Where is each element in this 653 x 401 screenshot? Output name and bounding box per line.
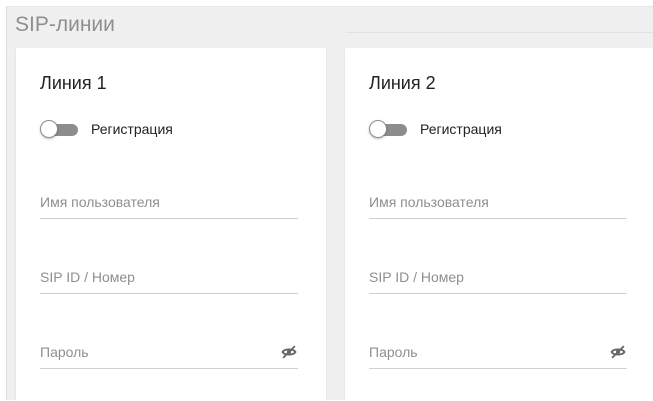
line-1-sipid-input[interactable]	[40, 263, 275, 291]
line-1-username-field	[40, 188, 298, 219]
line-1-registration-label: Регистрация	[91, 121, 173, 137]
line-2-sipid-field	[369, 263, 627, 294]
line-2-username-input[interactable]	[369, 188, 604, 216]
line-1-password-input[interactable]	[40, 338, 275, 366]
sip-lines-panel: SIP-линии Линия 1 Регистрация Имя пользо…	[6, 6, 653, 401]
line-2-card: Линия 2 Регистрация	[345, 48, 653, 401]
line-1-title: Линия 1	[40, 73, 107, 93]
eye-off-icon[interactable]	[281, 344, 297, 360]
section-title: SIP-линии	[15, 13, 115, 36]
line-1-password-field	[40, 338, 298, 369]
line-1-sipid-field	[40, 263, 298, 294]
line-1-registration-toggle[interactable]	[40, 120, 80, 140]
line-1-card: Линия 1 Регистрация	[16, 48, 326, 401]
line-1-username-input[interactable]	[40, 188, 275, 216]
line-2-registration-toggle[interactable]	[369, 120, 409, 140]
eye-off-icon[interactable]	[610, 344, 626, 360]
line-2-password-input[interactable]	[369, 338, 604, 366]
line-2-title: Линия 2	[369, 73, 436, 93]
line-2-password-field	[369, 338, 627, 369]
line-2-sipid-input[interactable]	[369, 263, 604, 291]
toggle-knob	[40, 120, 58, 138]
section-divider	[346, 32, 653, 33]
toggle-knob	[369, 120, 387, 138]
line-2-username-field	[369, 188, 627, 219]
line-2-registration-label: Регистрация	[420, 121, 502, 137]
